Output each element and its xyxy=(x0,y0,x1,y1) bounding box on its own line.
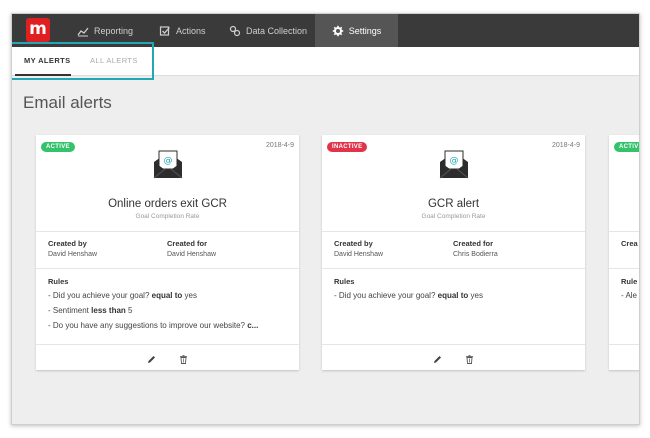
rules-label: Rules xyxy=(334,277,355,286)
rules-label: Rule xyxy=(621,277,638,286)
alert-subtabs: MY ALERTS ALL ALERTS xyxy=(12,47,639,76)
divider xyxy=(609,231,639,232)
chart-line-icon xyxy=(77,25,89,37)
rule-text: - Did you achieve your goal? xyxy=(334,291,438,300)
nav-label: Data Collection xyxy=(246,25,308,36)
divider xyxy=(36,268,299,269)
divider xyxy=(609,344,639,345)
svg-text:@: @ xyxy=(164,156,173,166)
created-for-value: David Henshaw xyxy=(167,251,217,258)
rule-value: 5 xyxy=(125,306,133,315)
created-by-value: David Henshaw xyxy=(48,251,98,258)
alert-card-partial[interactable]: ACTIV Crea Rule - Ale xyxy=(609,135,639,370)
rules-label: Rules xyxy=(48,277,69,286)
rule-item: - Did you achieve your goal? equal to ye… xyxy=(334,291,578,300)
nav-data-collection[interactable]: Data Collection xyxy=(217,14,319,47)
tab-all-alerts[interactable]: ALL ALERTS xyxy=(90,47,138,76)
divider xyxy=(322,268,585,269)
link-icon xyxy=(229,25,241,37)
rule-operator: equal to xyxy=(437,291,469,300)
created-by-value: David Henshaw xyxy=(334,251,384,258)
checkbox-icon xyxy=(159,25,171,37)
divider xyxy=(36,231,299,232)
rule-value: yes xyxy=(182,291,197,300)
tab-my-alerts[interactable]: MY ALERTS xyxy=(15,47,71,76)
brand-logo[interactable]: m xyxy=(26,18,50,42)
created-by-label: Crea xyxy=(621,239,638,248)
app-window: m Reporting Actions Data Collection Sett… xyxy=(11,13,640,425)
status-badge: ACTIV xyxy=(614,142,639,152)
nav-actions[interactable]: Actions xyxy=(147,14,218,47)
alert-subtitle: Goal Completion Rate xyxy=(421,213,486,220)
nav-settings[interactable]: Settings xyxy=(315,14,398,47)
page-title: Email alerts xyxy=(23,93,112,112)
rule-item: - Sentiment less than 5 xyxy=(48,306,292,315)
created-by-label: Created by xyxy=(48,239,87,248)
email-envelope-icon: @ xyxy=(438,148,470,180)
nav-label: Actions xyxy=(176,25,206,36)
alert-title: Online orders exit GCR xyxy=(108,198,227,210)
gear-icon xyxy=(332,25,344,37)
rule-text: - Sentiment xyxy=(48,306,92,315)
divider xyxy=(36,344,299,345)
top-navigation: m Reporting Actions Data Collection Sett… xyxy=(12,14,639,47)
divider xyxy=(322,344,585,345)
edit-pencil-icon[interactable] xyxy=(147,351,156,363)
delete-trash-icon[interactable] xyxy=(179,351,188,364)
alert-subtitle: Goal Completion Rate xyxy=(135,213,200,220)
nav-label: Settings xyxy=(348,25,382,36)
rule-operator: equal to xyxy=(151,291,183,300)
alert-card[interactable]: INACTIVE 2018-4-9 @ GCR alert Goal Compl… xyxy=(322,135,585,370)
status-badge: ACTIVE xyxy=(41,142,75,152)
rule-operator: less than xyxy=(91,306,126,315)
created-for-value: Chris Bodierra xyxy=(453,251,498,258)
rule-item: - Did you achieve your goal? equal to ye… xyxy=(48,291,292,300)
rule-value: yes xyxy=(468,291,483,300)
alert-title: GCR alert xyxy=(427,198,480,210)
status-badge: INACTIVE xyxy=(327,142,368,152)
divider xyxy=(609,268,639,269)
edit-pencil-icon[interactable] xyxy=(433,351,442,363)
nav-reporting[interactable]: Reporting xyxy=(65,14,145,47)
created-for-label: Created for xyxy=(453,239,494,248)
delete-trash-icon[interactable] xyxy=(465,351,474,364)
divider xyxy=(322,231,585,232)
rule-text: - Did you achieve your goal? xyxy=(48,291,152,300)
alert-card[interactable]: ACTIVE 2018-4-9 @ Online orders exit GCR… xyxy=(36,135,299,370)
rule-text: - Do you have any suggestions to improve… xyxy=(48,321,248,330)
alert-date: 2018-4-9 xyxy=(265,142,294,149)
alert-date: 2018-4-9 xyxy=(551,142,580,149)
created-by-label: Created by xyxy=(334,239,373,248)
svg-text:@: @ xyxy=(450,156,459,166)
rule-item: - Do you have any suggestions to improve… xyxy=(48,321,292,330)
created-for-label: Created for xyxy=(167,239,208,248)
nav-label: Reporting xyxy=(94,25,134,36)
rule-item: - Ale xyxy=(621,291,638,300)
email-envelope-icon: @ xyxy=(152,148,184,180)
rule-operator: c... xyxy=(247,321,259,330)
